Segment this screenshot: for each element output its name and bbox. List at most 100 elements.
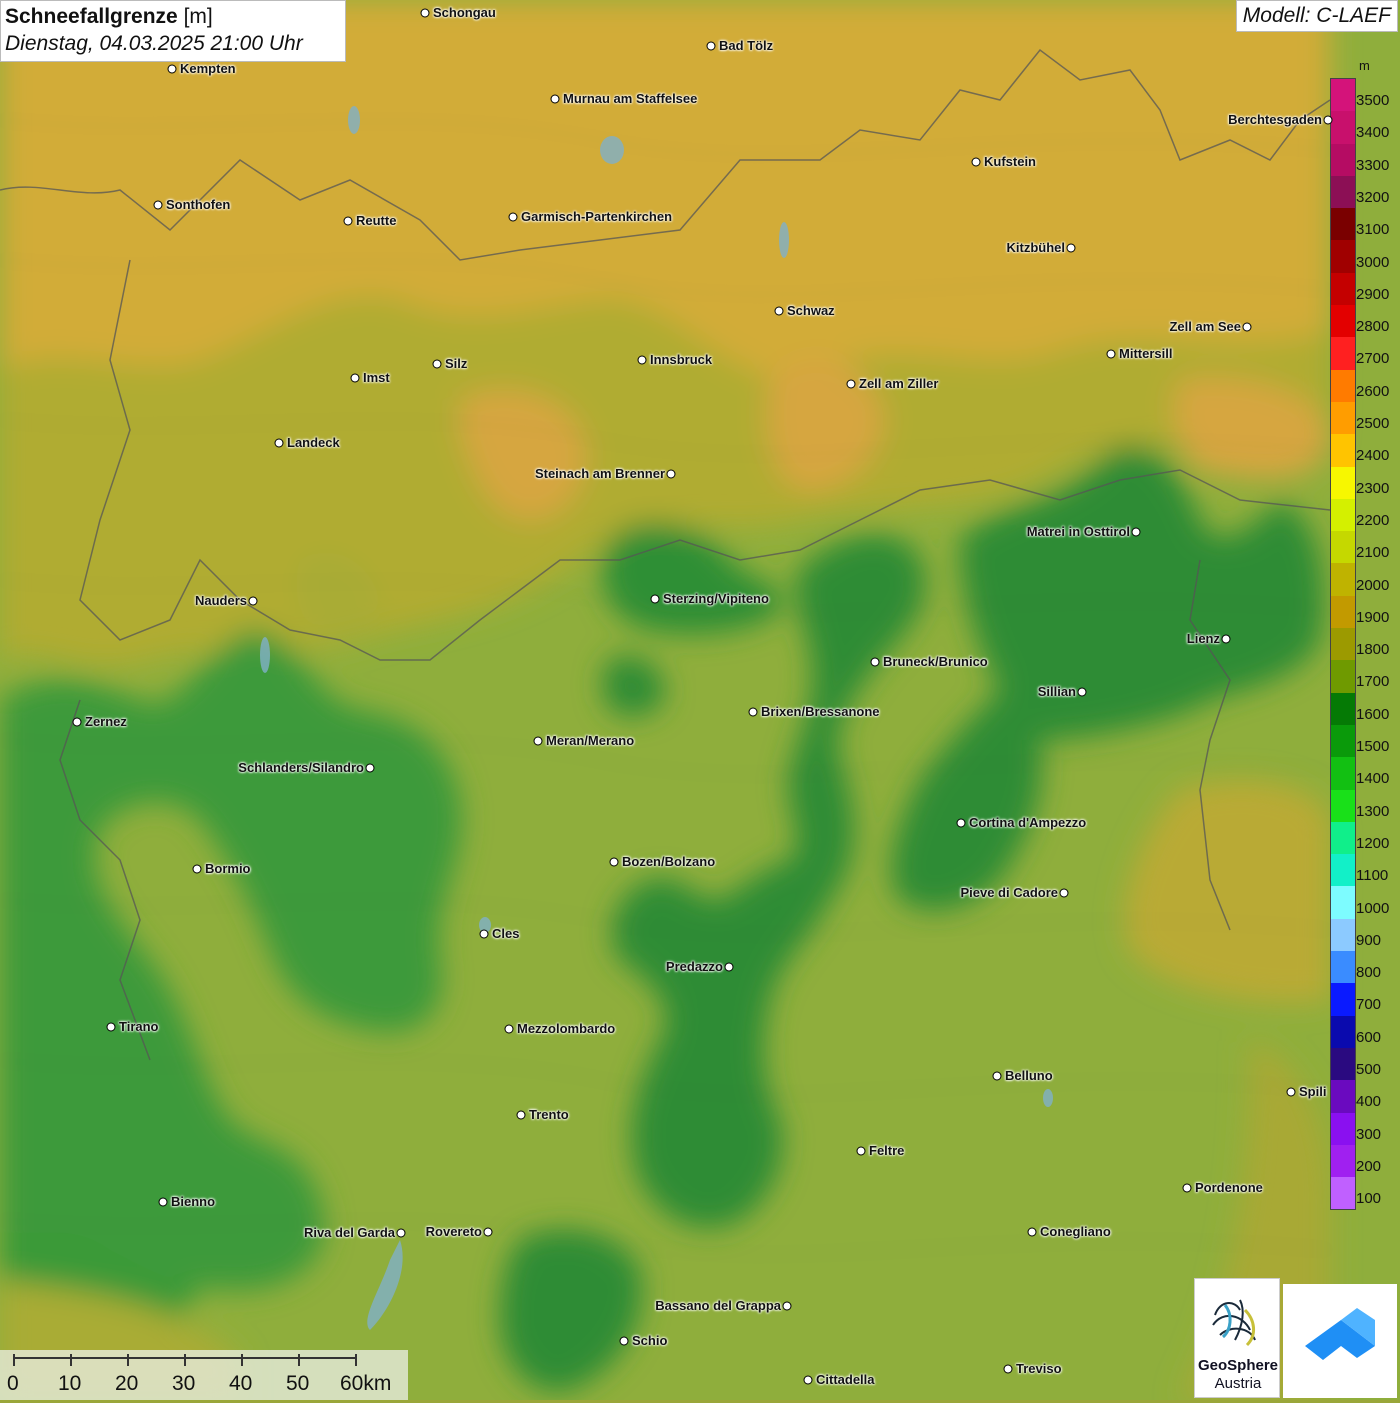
city-dot [724, 962, 734, 972]
city-dot [1323, 115, 1333, 125]
legend-swatch [1331, 143, 1355, 176]
city-dot [1077, 687, 1087, 697]
city-dot [1106, 349, 1116, 359]
city-dot [158, 1197, 168, 1207]
legend-label: 2700 [1356, 350, 1390, 368]
scale-label: 30 [172, 1372, 196, 1395]
city-dot [1242, 322, 1252, 332]
legend-swatch [1331, 1177, 1355, 1210]
legend-swatch [1331, 79, 1355, 112]
city-dot [550, 94, 560, 104]
city-label: Kitzbühel [1006, 240, 1066, 255]
city-label: Bozen/Bolzano [622, 854, 716, 869]
title-text: Schneefallgrenze [5, 5, 178, 28]
city-label: Zell am See [1169, 319, 1241, 334]
city-label: Sterzing/Vipiteno [663, 591, 769, 606]
legend-swatch [1331, 660, 1355, 693]
city-label: Belluno [1005, 1068, 1053, 1083]
city-dot [1059, 888, 1069, 898]
city-label: Steinach am Brenner [534, 466, 665, 481]
legend-label: 500 [1356, 1061, 1382, 1078]
city-label: Zernez [85, 714, 127, 729]
model-label: Modell: C-LAEF [1235, 0, 1398, 32]
city-label: Berchtesgaden [1228, 112, 1322, 127]
city-label: Kufstein [984, 154, 1036, 169]
city-label: Zell am Ziller [859, 376, 939, 391]
app-logo-icon [1305, 1308, 1375, 1360]
city-dot [508, 212, 518, 222]
scale-label: 20 [115, 1372, 139, 1395]
legend-swatch [1331, 983, 1355, 1016]
city-dot [432, 359, 442, 369]
legend-label: 1100 [1356, 867, 1389, 885]
city-label: Imst [363, 370, 390, 385]
geosphere-logo[interactable]: GeoSphere Austria [1194, 1278, 1280, 1398]
legend-swatch [1331, 692, 1355, 725]
legend-label: 2900 [1356, 285, 1390, 303]
legend-label: 2100 [1356, 544, 1390, 562]
city-dot [1182, 1183, 1192, 1193]
legend-swatch [1331, 951, 1355, 984]
geosphere-name: GeoSphere [1197, 1357, 1279, 1374]
city-dot [609, 857, 619, 867]
city-label: Pordenone [1195, 1180, 1263, 1195]
city-dot [420, 8, 430, 18]
city-label: Mittersill [1119, 346, 1173, 361]
geosphere-logo-icon [1212, 1299, 1256, 1347]
city-label: Cles [492, 926, 520, 941]
city-label: Riva del Garda [303, 1225, 395, 1240]
scale-label: 10 [58, 1372, 82, 1395]
legend-label: 1000 [1356, 899, 1390, 917]
legend-swatch [1331, 531, 1355, 564]
legend-swatch [1331, 886, 1355, 919]
city-dot [666, 469, 676, 479]
city-dot [106, 1022, 116, 1032]
legend-swatch [1331, 369, 1355, 402]
legend-swatch [1331, 595, 1355, 629]
city-label: Tirano [119, 1019, 159, 1034]
city-label: Treviso [1016, 1361, 1062, 1376]
city-label: Lienz [1186, 631, 1220, 646]
legend-label: 2800 [1356, 318, 1390, 336]
city-dot [846, 379, 856, 389]
weather-app-icon[interactable] [1283, 1284, 1397, 1398]
city-dot [992, 1071, 1002, 1081]
legend-swatch [1331, 305, 1355, 338]
city-label: Conegliano [1040, 1224, 1111, 1239]
legend-label: 1500 [1356, 738, 1390, 755]
city-dot [637, 355, 647, 365]
legend-swatch [1331, 1080, 1355, 1113]
city-dot [350, 373, 360, 383]
legend-label: 3100 [1356, 221, 1390, 239]
legend-swatch [1331, 1112, 1355, 1145]
city-label: Predazzo [665, 959, 723, 974]
legend-label: 2200 [1356, 511, 1390, 529]
legend-swatch [1331, 240, 1355, 273]
legend-label: 1400 [1356, 770, 1390, 788]
legend-label: 1800 [1356, 641, 1390, 659]
city-dot [483, 1227, 493, 1237]
legend-swatch [1331, 1144, 1355, 1178]
legend-label: 3400 [1356, 124, 1390, 142]
map-title: Schneefallgrenze [m] [5, 4, 341, 30]
legend-swatch [1331, 272, 1355, 306]
legend-swatch [1331, 401, 1355, 435]
city-label: Cortina d'Ampezzo [969, 815, 1087, 830]
legend-label: 3500 [1356, 92, 1390, 109]
legend-label: 2000 [1356, 576, 1390, 594]
legend-label: 2500 [1356, 415, 1390, 432]
legend-unit: m [1359, 58, 1370, 73]
legend-label: 300 [1356, 1125, 1382, 1143]
city-label: Schlanders/Silandro [238, 760, 364, 775]
city-dot [72, 717, 82, 727]
city-dot [1131, 527, 1141, 537]
legend-label: 1200 [1356, 834, 1390, 852]
city-dot [516, 1110, 526, 1120]
city-label: Schongau [433, 5, 496, 20]
city-label: Cittadella [816, 1372, 875, 1387]
legend-swatch [1331, 918, 1355, 952]
city-dot [803, 1375, 813, 1385]
legend-label: 100 [1356, 1190, 1382, 1208]
legend-label: 600 [1356, 1028, 1382, 1046]
city-label: Sonthofen [166, 197, 231, 212]
